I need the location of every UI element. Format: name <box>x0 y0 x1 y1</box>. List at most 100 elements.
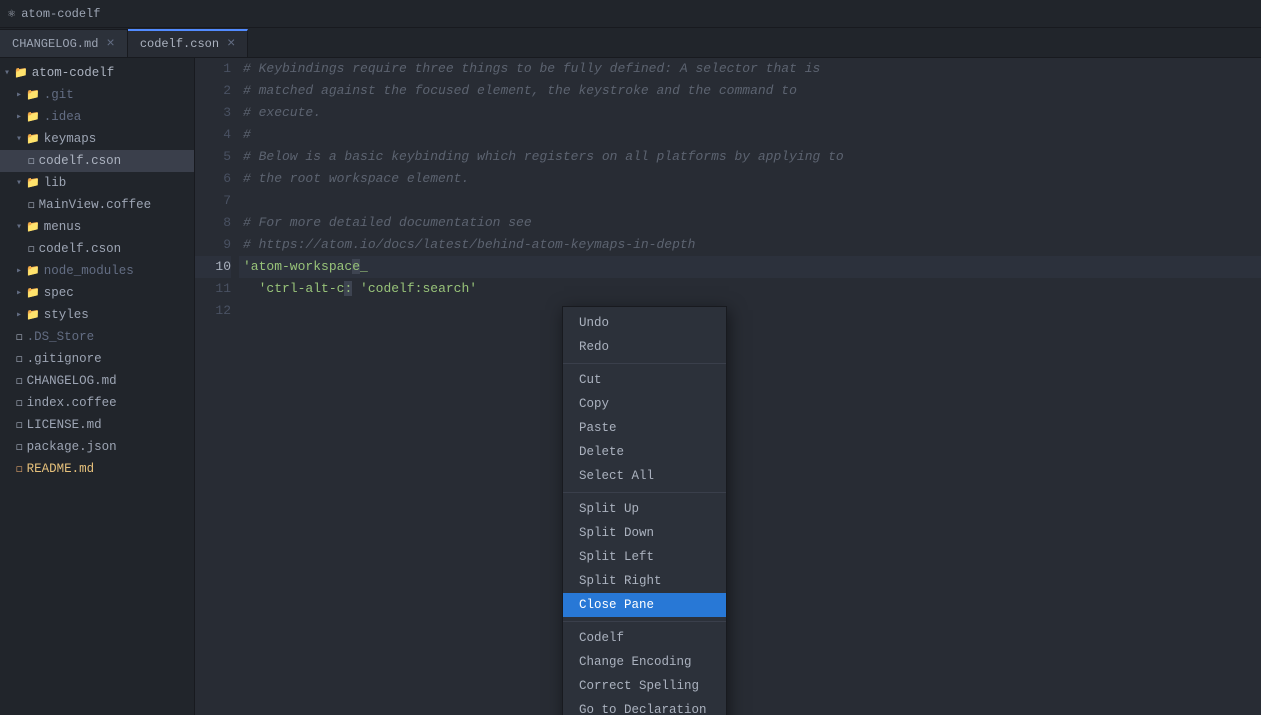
menu-item-select-all[interactable]: Select All <box>563 464 726 488</box>
code-line-3: # execute. <box>239 102 1261 124</box>
menu-item-codelf[interactable]: Codelf <box>563 626 726 650</box>
sidebar-item-readme-md[interactable]: ◻ README.md <box>0 458 194 480</box>
sidebar-item-keymaps[interactable]: ▾ 📁 keymaps <box>0 128 194 150</box>
sidebar-item-root-label: atom-codelf <box>32 66 115 80</box>
sidebar-item-mainview-coffee[interactable]: ◻ MainView.coffee <box>0 194 194 216</box>
sidebar-item-codelf-cson-label: codelf.cson <box>39 154 122 168</box>
file-icon: ◻ <box>16 352 23 366</box>
menu-item-delete[interactable]: Delete <box>563 440 726 464</box>
line-num-4: 4 <box>195 124 231 146</box>
line-num-8: 8 <box>195 212 231 234</box>
folder-open-icon: 📁 <box>26 220 40 234</box>
code-line-2: # matched against the focused element, t… <box>239 80 1261 102</box>
line-num-1: 1 <box>195 58 231 80</box>
file-icon: ◻ <box>16 330 23 344</box>
menu-item-go-to-declaration[interactable]: Go to Declaration <box>563 698 726 715</box>
line-num-9: 9 <box>195 234 231 256</box>
sidebar-item-git[interactable]: ▸ 📁 .git <box>0 84 194 106</box>
tab-codelf-cson[interactable]: codelf.cson × <box>128 29 249 57</box>
sidebar-item-codelf-cson[interactable]: ◻ codelf.cson <box>0 150 194 172</box>
main-area: ▾ 📁 atom-codelf ▸ 📁 .git ▸ 📁 .idea ▾ 📁 k… <box>0 58 1261 715</box>
code-line-7 <box>239 190 1261 212</box>
chevron-down-icon: ▾ <box>4 67 10 79</box>
menu-item-split-down[interactable]: Split Down <box>563 521 726 545</box>
folder-open-icon: 📁 <box>26 132 40 146</box>
context-menu: Undo Redo Cut Copy Paste Delete Select A… <box>562 306 727 715</box>
sidebar-item-spec-label: spec <box>44 286 74 300</box>
menu-item-copy[interactable]: Copy <box>563 392 726 416</box>
menu-item-change-encoding[interactable]: Change Encoding <box>563 650 726 674</box>
sidebar-item-index-coffee[interactable]: ◻ index.coffee <box>0 392 194 414</box>
sidebar-item-styles[interactable]: ▸ 📁 styles <box>0 304 194 326</box>
file-icon: ◻ <box>28 198 35 212</box>
editor[interactable]: 1 2 3 4 5 6 7 8 9 10 11 12 # Keybindings… <box>195 58 1261 715</box>
menu-item-correct-spelling[interactable]: Correct Spelling <box>563 674 726 698</box>
sidebar-item-root[interactable]: ▾ 📁 atom-codelf <box>0 62 194 84</box>
sidebar-item-idea[interactable]: ▸ 📁 .idea <box>0 106 194 128</box>
line-num-6: 6 <box>195 168 231 190</box>
sidebar-item-changelog-md-label: CHANGELOG.md <box>27 374 117 388</box>
tab-changelog[interactable]: CHANGELOG.md × <box>0 29 128 57</box>
file-icon: ◻ <box>28 154 35 168</box>
sidebar-item-gitignore[interactable]: ◻ .gitignore <box>0 348 194 370</box>
line-num-5: 5 <box>195 146 231 168</box>
tab-bar: CHANGELOG.md × codelf.cson × <box>0 28 1261 58</box>
sidebar-item-license-md-label: LICENSE.md <box>27 418 102 432</box>
tab-codelf-cson-close[interactable]: × <box>227 37 235 51</box>
tab-changelog-close[interactable]: × <box>106 37 114 51</box>
menu-item-undo[interactable]: Undo <box>563 311 726 335</box>
menu-item-split-right[interactable]: Split Right <box>563 569 726 593</box>
tab-changelog-label: CHANGELOG.md <box>12 37 98 51</box>
menu-item-redo[interactable]: Redo <box>563 335 726 359</box>
title-bar: ⚛ atom-codelf <box>0 0 1261 28</box>
sidebar-item-node-modules-label: node_modules <box>44 264 134 278</box>
line-num-2: 2 <box>195 80 231 102</box>
chevron-right-icon: ▸ <box>16 111 22 123</box>
menu-separator-1 <box>563 363 726 364</box>
folder-icon: 📁 <box>26 264 40 278</box>
folder-icon: 📁 <box>26 88 40 102</box>
sidebar-item-changelog-md[interactable]: ◻ CHANGELOG.md <box>0 370 194 392</box>
sidebar-item-node-modules[interactable]: ▸ 📁 node_modules <box>0 260 194 282</box>
sidebar-item-codelf-cson-menus[interactable]: ◻ codelf.cson <box>0 238 194 260</box>
app-title: atom-codelf <box>21 7 100 21</box>
chevron-right-icon: ▸ <box>16 287 22 299</box>
folder-icon: 📁 <box>26 110 40 124</box>
folder-icon: 📁 <box>26 286 40 300</box>
menu-item-close-pane[interactable]: Close Pane <box>563 593 726 617</box>
sidebar-item-menus[interactable]: ▾ 📁 menus <box>0 216 194 238</box>
sidebar-item-package-json-label: package.json <box>27 440 117 454</box>
menu-separator-3 <box>563 621 726 622</box>
code-line-11: 'ctrl-alt-c: 'codelf:search' <box>239 278 1261 300</box>
folder-open-icon: 📁 <box>26 176 40 190</box>
sidebar-item-mainview-coffee-label: MainView.coffee <box>39 198 152 212</box>
menu-item-paste[interactable]: Paste <box>563 416 726 440</box>
sidebar-item-package-json[interactable]: ◻ package.json <box>0 436 194 458</box>
sidebar-item-codelf-cson-menus-label: codelf.cson <box>39 242 122 256</box>
chevron-right-icon: ▸ <box>16 265 22 277</box>
sidebar-item-ds-store[interactable]: ◻ .DS_Store <box>0 326 194 348</box>
tab-codelf-cson-label: codelf.cson <box>140 37 219 51</box>
sidebar-item-license-md[interactable]: ◻ LICENSE.md <box>0 414 194 436</box>
file-icon: ◻ <box>16 418 23 432</box>
code-line-4: # <box>239 124 1261 146</box>
sidebar-item-idea-label: .idea <box>44 110 82 124</box>
line-num-7: 7 <box>195 190 231 212</box>
code-line-8: # For more detailed documentation see <box>239 212 1261 234</box>
code-area[interactable]: # Keybindings require three things to be… <box>239 58 1261 715</box>
sidebar-item-gitignore-label: .gitignore <box>27 352 102 366</box>
line-num-11: 11 <box>195 278 231 300</box>
file-icon: ◻ <box>16 396 23 410</box>
menu-item-split-left[interactable]: Split Left <box>563 545 726 569</box>
line-num-3: 3 <box>195 102 231 124</box>
line-numbers: 1 2 3 4 5 6 7 8 9 10 11 12 <box>195 58 239 715</box>
chevron-right-icon: ▸ <box>16 309 22 321</box>
sidebar-item-lib[interactable]: ▾ 📁 lib <box>0 172 194 194</box>
sidebar-item-spec[interactable]: ▸ 📁 spec <box>0 282 194 304</box>
menu-item-cut[interactable]: Cut <box>563 368 726 392</box>
file-icon: ◻ <box>16 374 23 388</box>
folder-open-icon: 📁 <box>14 66 28 80</box>
sidebar-item-ds-store-label: .DS_Store <box>27 330 95 344</box>
line-num-12: 12 <box>195 300 231 322</box>
menu-item-split-up[interactable]: Split Up <box>563 497 726 521</box>
